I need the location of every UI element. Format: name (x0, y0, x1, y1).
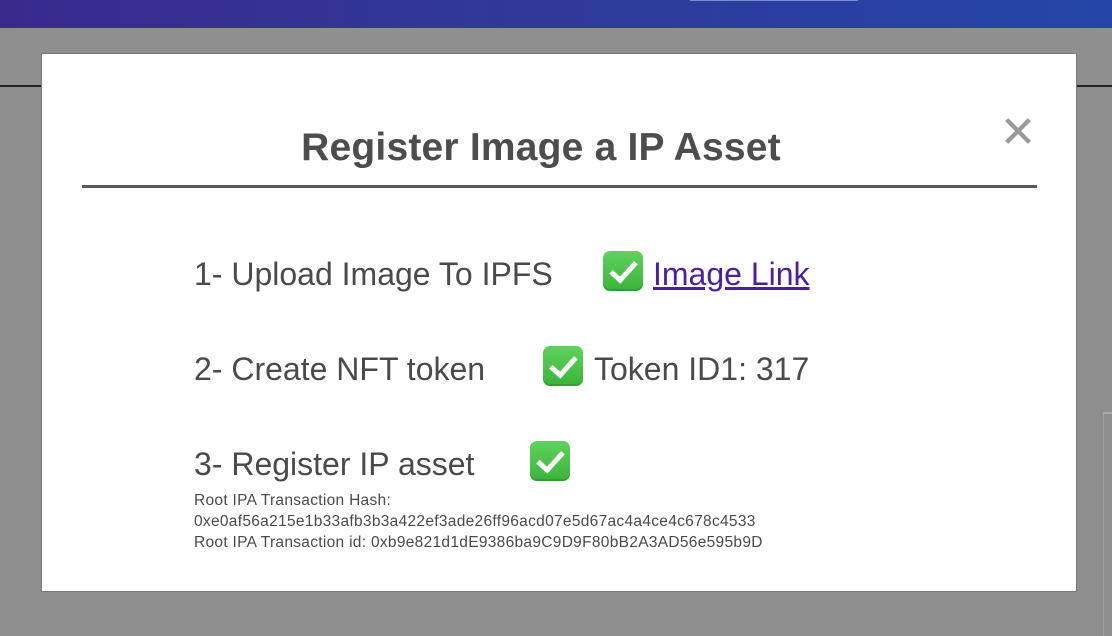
background-scroll-mark (1103, 412, 1112, 414)
transaction-hash-value: 0xe0af56a215e1b33afb3b3a422ef3ade26ff96a… (194, 513, 756, 530)
title-divider (82, 185, 1037, 188)
check-mark-icon (543, 346, 583, 386)
token-id-value: Token ID1: 317 (594, 351, 810, 387)
step-upload-label: 1- Upload Image To IPFS (194, 256, 553, 292)
transaction-hash-label: Root IPA Transaction Hash: (194, 492, 392, 509)
check-mark-icon (603, 251, 643, 291)
modal-title: Register Image a IP Asset (301, 126, 781, 169)
step-register-ip-label: 3- Register IP asset (194, 446, 475, 482)
transaction-id: Root IPA Transaction id: 0xb9e821d1dE938… (194, 534, 763, 551)
image-link[interactable]: Image Link (653, 254, 810, 294)
close-icon[interactable]: ✕ (998, 111, 1038, 155)
background-scroll-edge (1103, 414, 1104, 636)
app-header-bar (0, 0, 1112, 28)
step-create-nft-label: 2- Create NFT token (194, 351, 486, 387)
background-divider (1077, 85, 1112, 87)
background-divider (0, 85, 42, 87)
header-tab-indicator (690, 0, 858, 1)
check-mark-icon (530, 441, 570, 481)
